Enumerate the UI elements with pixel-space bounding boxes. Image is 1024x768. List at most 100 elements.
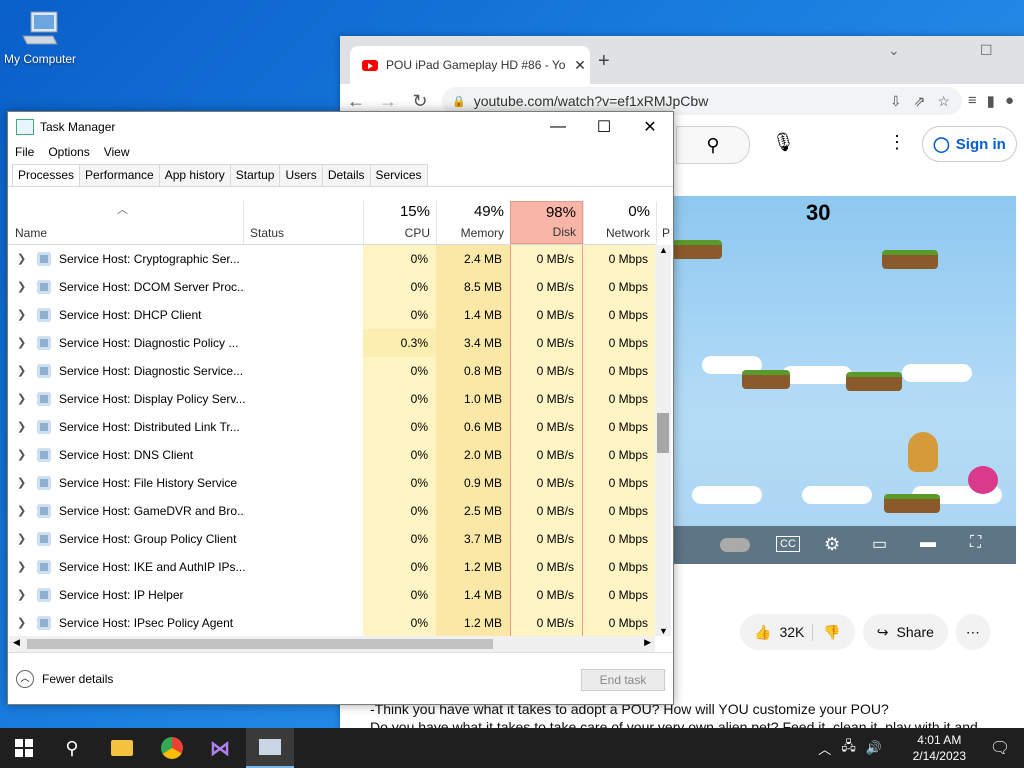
- install-icon[interactable]: ⇩: [890, 93, 902, 110]
- table-row[interactable]: ❯ Service Host: IP Helper 0% 1.4 MB 0 MB/s 0 …: [9, 581, 655, 609]
- expand-chevron-icon[interactable]: ❯: [17, 273, 26, 301]
- header-disk[interactable]: 98% Disk: [510, 201, 583, 244]
- start-button[interactable]: [0, 728, 48, 768]
- notifications-button[interactable]: 🗨: [976, 728, 1024, 768]
- reload-icon[interactable]: ↻: [404, 91, 436, 112]
- menu-options[interactable]: Options: [48, 145, 89, 159]
- like-button[interactable]: 👍 32K 👎: [740, 614, 855, 650]
- dislike-icon[interactable]: 👎: [812, 623, 841, 641]
- media-icon[interactable]: ≡: [968, 92, 977, 110]
- table-row[interactable]: ❯ Service Host: GameDVR and Bro... 0% 2.5 M…: [9, 497, 655, 525]
- fewer-details-button[interactable]: ︿ Fewer details: [16, 670, 113, 688]
- table-row[interactable]: ❯ Service Host: DNS Client 0% 2.0 MB 0 MB/s 0…: [9, 441, 655, 469]
- table-row[interactable]: ❯ Service Host: Cryptographic Ser... 0% 2.4…: [9, 245, 655, 273]
- maximize-icon[interactable]: ☐: [980, 42, 993, 59]
- expand-chevron-icon[interactable]: ❯: [17, 469, 26, 497]
- tab-processes[interactable]: Processes: [12, 164, 81, 186]
- minimize-button[interactable]: —: [535, 118, 581, 136]
- expand-chevron-icon[interactable]: ❯: [17, 329, 26, 357]
- header-network[interactable]: 0% Network: [583, 201, 656, 244]
- expand-chevron-icon[interactable]: ❯: [17, 357, 26, 385]
- my-computer-desktop-icon[interactable]: My Computer: [2, 8, 78, 66]
- header-cpu[interactable]: 15% CPU: [363, 201, 436, 244]
- menu-file[interactable]: File: [15, 145, 34, 159]
- table-row[interactable]: ❯ Service Host: IPsec Policy Agent 0% 1.2 M…: [9, 609, 655, 636]
- tab-details[interactable]: Details: [321, 164, 371, 186]
- scroll-thumb[interactable]: [657, 413, 669, 453]
- chrome-button[interactable]: [148, 728, 196, 768]
- share-button[interactable]: ↪ Share: [862, 614, 948, 650]
- scroll-right-icon[interactable]: ▶: [644, 637, 651, 648]
- scroll-down-icon[interactable]: ▼: [659, 626, 668, 636]
- table-row[interactable]: ❯ Service Host: Group Policy Client 0% 3.7 …: [9, 525, 655, 553]
- tab-app-history[interactable]: App history: [158, 164, 231, 186]
- scroll-left-icon[interactable]: ◀: [13, 637, 20, 648]
- search-taskbar-button[interactable]: ⚲: [48, 728, 96, 768]
- clock[interactable]: 4:01 AM 2/14/2023: [913, 732, 966, 764]
- hscroll-thumb[interactable]: [27, 639, 493, 649]
- profile-icon[interactable]: ●: [1005, 92, 1014, 110]
- search-button[interactable]: ⚲: [676, 126, 750, 164]
- expand-chevron-icon[interactable]: ❯: [17, 441, 26, 469]
- signin-button[interactable]: ◯ Sign in: [922, 126, 1017, 162]
- tab-startup[interactable]: Startup: [229, 164, 281, 186]
- more-options-icon[interactable]: ⋮: [888, 132, 906, 153]
- scroll-up-icon[interactable]: ▲: [659, 245, 668, 255]
- forward-icon[interactable]: →: [372, 91, 404, 112]
- horizontal-scrollbar[interactable]: ◀ ▶: [9, 636, 655, 652]
- bookmark-star-icon[interactable]: ☆: [937, 93, 950, 110]
- table-row[interactable]: ❯ Service Host: File History Service 0% 0.9…: [9, 469, 655, 497]
- header-memory[interactable]: 49% Memory: [436, 201, 510, 244]
- header-name[interactable]: Name: [9, 201, 243, 244]
- maximize-button[interactable]: ☐: [581, 117, 627, 137]
- table-row[interactable]: ❯ Service Host: Distributed Link Tr... 0% 0…: [9, 413, 655, 441]
- expand-chevron-icon[interactable]: ❯: [17, 609, 26, 636]
- volume-icon[interactable]: 🔊: [866, 740, 882, 756]
- expand-chevron-icon[interactable]: ❯: [17, 301, 26, 329]
- task-manager-taskbar-button[interactable]: [246, 728, 294, 768]
- expand-chevron-icon[interactable]: ❯: [17, 581, 26, 609]
- side-panel-icon[interactable]: ▮: [987, 92, 995, 110]
- captions-icon[interactable]: CC: [776, 536, 800, 552]
- table-row[interactable]: ❯ Service Host: Diagnostic Policy ... 0.3%…: [9, 329, 655, 357]
- browser-tab[interactable]: POU iPad Gameplay HD #86 - Yo ✕: [350, 46, 590, 84]
- back-icon[interactable]: ←: [340, 91, 372, 112]
- network-icon[interactable]: 🖧: [841, 737, 856, 759]
- expand-chevron-icon[interactable]: ❯: [17, 413, 26, 441]
- header-power[interactable]: P: [656, 201, 672, 244]
- tab-services[interactable]: Services: [369, 164, 428, 186]
- theater-mode-icon[interactable]: ▬: [920, 534, 936, 552]
- table-row[interactable]: ❯ Service Host: DHCP Client 0% 1.4 MB 0 MB/s…: [9, 301, 655, 329]
- close-button[interactable]: ✕: [627, 117, 673, 137]
- chevron-down-icon[interactable]: ⌄: [888, 42, 900, 59]
- table-row[interactable]: ❯ Service Host: Display Policy Serv... 0% 1…: [9, 385, 655, 413]
- tab-users[interactable]: Users: [279, 164, 323, 186]
- visual-studio-button[interactable]: ⋈: [196, 728, 244, 768]
- expand-chevron-icon[interactable]: ❯: [17, 245, 26, 273]
- close-tab-icon[interactable]: ✕: [570, 57, 590, 74]
- table-row[interactable]: ❯ Service Host: Diagnostic Service... 0% 0.…: [9, 357, 655, 385]
- header-status[interactable]: Status: [243, 201, 363, 244]
- settings-gear-icon[interactable]: ⚙: [824, 534, 840, 555]
- autoplay-toggle[interactable]: [720, 538, 750, 552]
- table-row[interactable]: ❯ Service Host: DCOM Server Proc... 0% 8.5 …: [9, 273, 655, 301]
- file-explorer-button[interactable]: [98, 728, 146, 768]
- expand-chevron-icon[interactable]: ❯: [17, 525, 26, 553]
- show-hidden-icons-icon[interactable]: ︿: [818, 739, 831, 758]
- new-tab-button[interactable]: +: [598, 50, 610, 73]
- menu-view[interactable]: View: [104, 145, 130, 159]
- more-actions-button[interactable]: ⋯: [955, 614, 990, 650]
- expand-chevron-icon[interactable]: ❯: [17, 497, 26, 525]
- expand-chevron-icon[interactable]: ❯: [17, 385, 26, 413]
- end-task-button[interactable]: End task: [581, 669, 665, 691]
- vertical-scrollbar[interactable]: ▲ ▼: [655, 245, 671, 636]
- miniplayer-icon[interactable]: ▭: [872, 534, 887, 554]
- share-page-icon[interactable]: ⇗: [914, 93, 926, 110]
- video-player[interactable]: 30 CC ⚙ ▭ ▬ ⛶: [672, 196, 1016, 564]
- title-bar[interactable]: Task Manager — ☐ ✕: [8, 112, 673, 142]
- tab-performance[interactable]: Performance: [79, 164, 160, 186]
- microphone-icon[interactable]: 🎙: [772, 132, 795, 153]
- expand-chevron-icon[interactable]: ❯: [17, 553, 26, 581]
- fullscreen-icon[interactable]: ⛶: [970, 534, 981, 552]
- table-row[interactable]: ❯ Service Host: IKE and AuthIP IPs... 0% 1.…: [9, 553, 655, 581]
